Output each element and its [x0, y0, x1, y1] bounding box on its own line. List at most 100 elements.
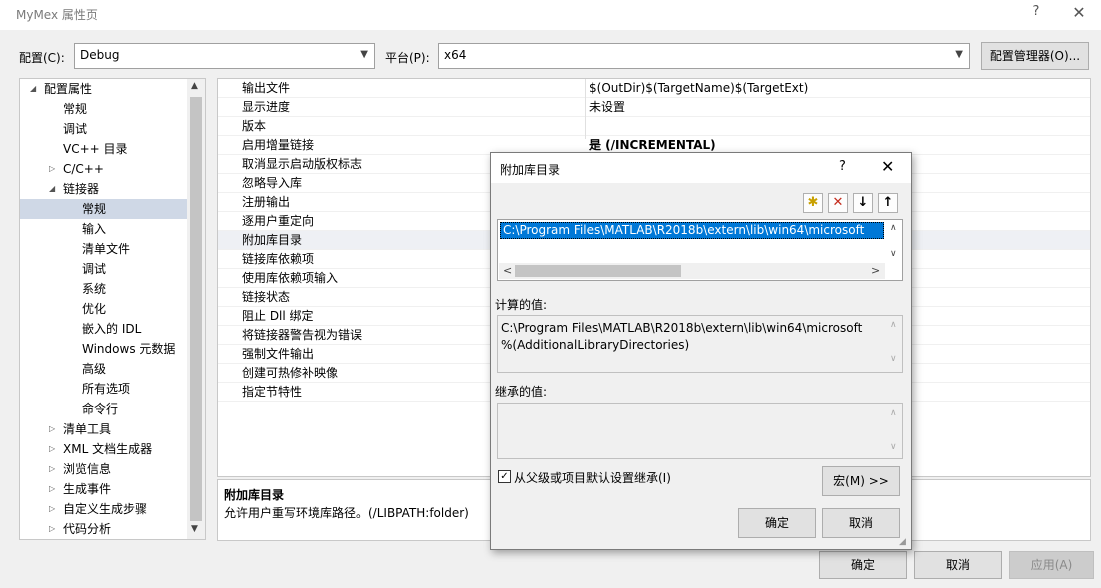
property-name: 强制文件输出	[242, 347, 315, 361]
arrow-up-icon: ↑	[882, 195, 894, 210]
chevron-down-icon: ▼	[360, 49, 368, 60]
tree-item[interactable]: 所有选项	[20, 379, 187, 399]
tree-item-label: 输入	[82, 222, 107, 236]
new-line-button[interactable]: ✱	[803, 193, 823, 213]
dialog-help-button[interactable]: ?	[839, 159, 846, 174]
description-text: 允许用户重写环境库路径。(/LIBPATH:folder)	[224, 506, 469, 520]
column-divider[interactable]	[585, 79, 586, 139]
expand-open-icon[interactable]: ◢	[49, 179, 55, 199]
tree-item-label: 系统	[82, 282, 107, 296]
property-name: 取消显示启动版权标志	[242, 157, 363, 171]
tree-item[interactable]: 输入	[20, 219, 187, 239]
dialog-title-bar: 附加库目录 ? ✕	[491, 153, 911, 183]
tree-item[interactable]: 调试	[20, 119, 187, 139]
tree-item-label: 常规	[63, 102, 88, 116]
tree-scrollbar[interactable]: ▲ ▼	[187, 79, 205, 539]
tree-item[interactable]: 系统	[20, 279, 187, 299]
scroll-right-icon[interactable]: >	[871, 264, 880, 277]
tree-item[interactable]: 常规	[20, 199, 187, 219]
resize-grip-icon[interactable]: ◢	[899, 537, 906, 547]
apply-button[interactable]: 应用(A)	[1009, 551, 1094, 579]
property-tree[interactable]: ◢ 配置属性 常规 调试 VC++ 目录 ▷ C/C++ ◢ 链接器 常规 输入 清单文件 调试 系统 优化…	[19, 78, 206, 540]
expand-closed-icon[interactable]: ▷	[49, 459, 55, 479]
property-name: 附加库目录	[242, 233, 303, 247]
property-row[interactable]: 版本	[218, 117, 1090, 136]
platform-label: 平台(P):	[385, 51, 430, 65]
dialog-ok-button[interactable]: 确定	[738, 508, 816, 538]
expand-closed-icon[interactable]: ▷	[49, 499, 55, 519]
tree-item-label: 优化	[82, 302, 107, 316]
expand-closed-icon[interactable]: ▷	[49, 479, 55, 499]
dialog-cancel-button[interactable]: 取消	[822, 508, 900, 538]
directory-list[interactable]: C:\Program Files\MATLAB\R2018b\extern\li…	[497, 219, 903, 281]
inherit-checkbox[interactable]: ✓	[498, 470, 511, 483]
tree-item[interactable]: ▷ XML 文档生成器	[20, 439, 187, 459]
scroll-thumb[interactable]	[515, 265, 681, 277]
property-name: 创建可热修补映像	[242, 366, 339, 380]
tree-item[interactable]: ◢ 链接器	[20, 179, 187, 199]
expand-closed-icon[interactable]: ▷	[49, 159, 55, 179]
tree-item-label: 链接器	[63, 182, 100, 196]
tree-item-label: VC++ 目录	[63, 142, 128, 156]
close-button[interactable]: ✕	[1069, 3, 1089, 23]
tree-item-label: Windows 元数据	[82, 342, 176, 356]
tree-item[interactable]: ▷ 自定义生成步骤	[20, 499, 187, 519]
tree-item[interactable]: 嵌入的 IDL	[20, 319, 187, 339]
computed-line: C:\Program Files\MATLAB\R2018b\extern\li…	[501, 321, 863, 335]
move-down-button[interactable]: ↓	[853, 193, 873, 213]
dialog-close-button[interactable]: ✕	[881, 157, 894, 176]
scroll-up-icon: ∧	[890, 320, 897, 330]
directory-entry[interactable]: C:\Program Files\MATLAB\R2018b\extern\li…	[500, 222, 884, 239]
move-up-button[interactable]: ↑	[878, 193, 898, 213]
tree-item-label: 调试	[82, 262, 107, 276]
computed-value-label: 计算的值:	[495, 298, 548, 312]
tree-item[interactable]: ◢ 配置属性	[20, 79, 187, 99]
description-title: 附加库目录	[224, 488, 285, 502]
tree-item-label: 生成事件	[63, 482, 112, 496]
horizontal-scrollbar[interactable]: < >	[499, 263, 885, 279]
dialog-title: 附加库目录	[500, 163, 561, 177]
tree-item[interactable]: 调试	[20, 259, 187, 279]
macro-button[interactable]: 宏(M) >>	[822, 466, 900, 496]
tree-item-label: 所有选项	[82, 382, 131, 396]
scroll-down-icon[interactable]: ▼	[191, 524, 198, 534]
scroll-down-icon[interactable]: ∨	[890, 249, 897, 259]
config-manager-button[interactable]: 配置管理器(O)...	[981, 42, 1089, 70]
tree-item[interactable]: ▷ C/C++	[20, 159, 187, 179]
scroll-up-icon: ∧	[890, 408, 897, 418]
tree-item[interactable]: ▷ 代码分析	[20, 519, 187, 539]
tree-item[interactable]: 命令行	[20, 399, 187, 419]
scroll-left-icon[interactable]: <	[503, 264, 512, 277]
property-row[interactable]: 输出文件 $(OutDir)$(TargetName)$(TargetExt)	[218, 79, 1090, 98]
delete-button[interactable]: ✕	[828, 193, 848, 213]
expand-closed-icon[interactable]: ▷	[49, 519, 55, 539]
tree-item[interactable]: 优化	[20, 299, 187, 319]
property-name: 指定节特性	[242, 385, 303, 399]
scroll-up-icon[interactable]: ∧	[890, 223, 897, 233]
tree-item-label: 清单工具	[63, 422, 112, 436]
tree-item[interactable]: 清单文件	[20, 239, 187, 259]
tree-item[interactable]: ▷ 浏览信息	[20, 459, 187, 479]
tree-item[interactable]: 常规	[20, 99, 187, 119]
expand-open-icon[interactable]: ◢	[30, 79, 36, 99]
tree-item[interactable]: 高级	[20, 359, 187, 379]
tree-item[interactable]: VC++ 目录	[20, 139, 187, 159]
tree-item[interactable]: Windows 元数据	[20, 339, 187, 359]
scroll-thumb[interactable]	[190, 97, 202, 521]
tree-item[interactable]: ▷ 清单工具	[20, 419, 187, 439]
expand-closed-icon[interactable]: ▷	[49, 419, 55, 439]
config-select[interactable]: Debug ▼	[74, 43, 375, 69]
cancel-button[interactable]: 取消	[914, 551, 1002, 579]
expand-closed-icon[interactable]: ▷	[49, 439, 55, 459]
window-title: MyMex 属性页	[16, 8, 98, 22]
scroll-up-icon[interactable]: ▲	[191, 81, 198, 91]
help-button[interactable]: ?	[1026, 4, 1046, 24]
inherited-value-box: ∧ ∨	[497, 403, 903, 459]
tree-item-label: 自定义生成步骤	[63, 502, 148, 516]
ok-button[interactable]: 确定	[819, 551, 907, 579]
platform-select[interactable]: x64 ▼	[438, 43, 970, 69]
inherit-checkbox-label[interactable]: 从父级或项目默认设置继承(I)	[514, 469, 671, 486]
additional-lib-dirs-dialog: 附加库目录 ? ✕ ✱ ✕ ↓ ↑ C:\Program Files\MATLA…	[490, 152, 912, 550]
property-row[interactable]: 显示进度 未设置	[218, 98, 1090, 117]
tree-item[interactable]: ▷ 生成事件	[20, 479, 187, 499]
